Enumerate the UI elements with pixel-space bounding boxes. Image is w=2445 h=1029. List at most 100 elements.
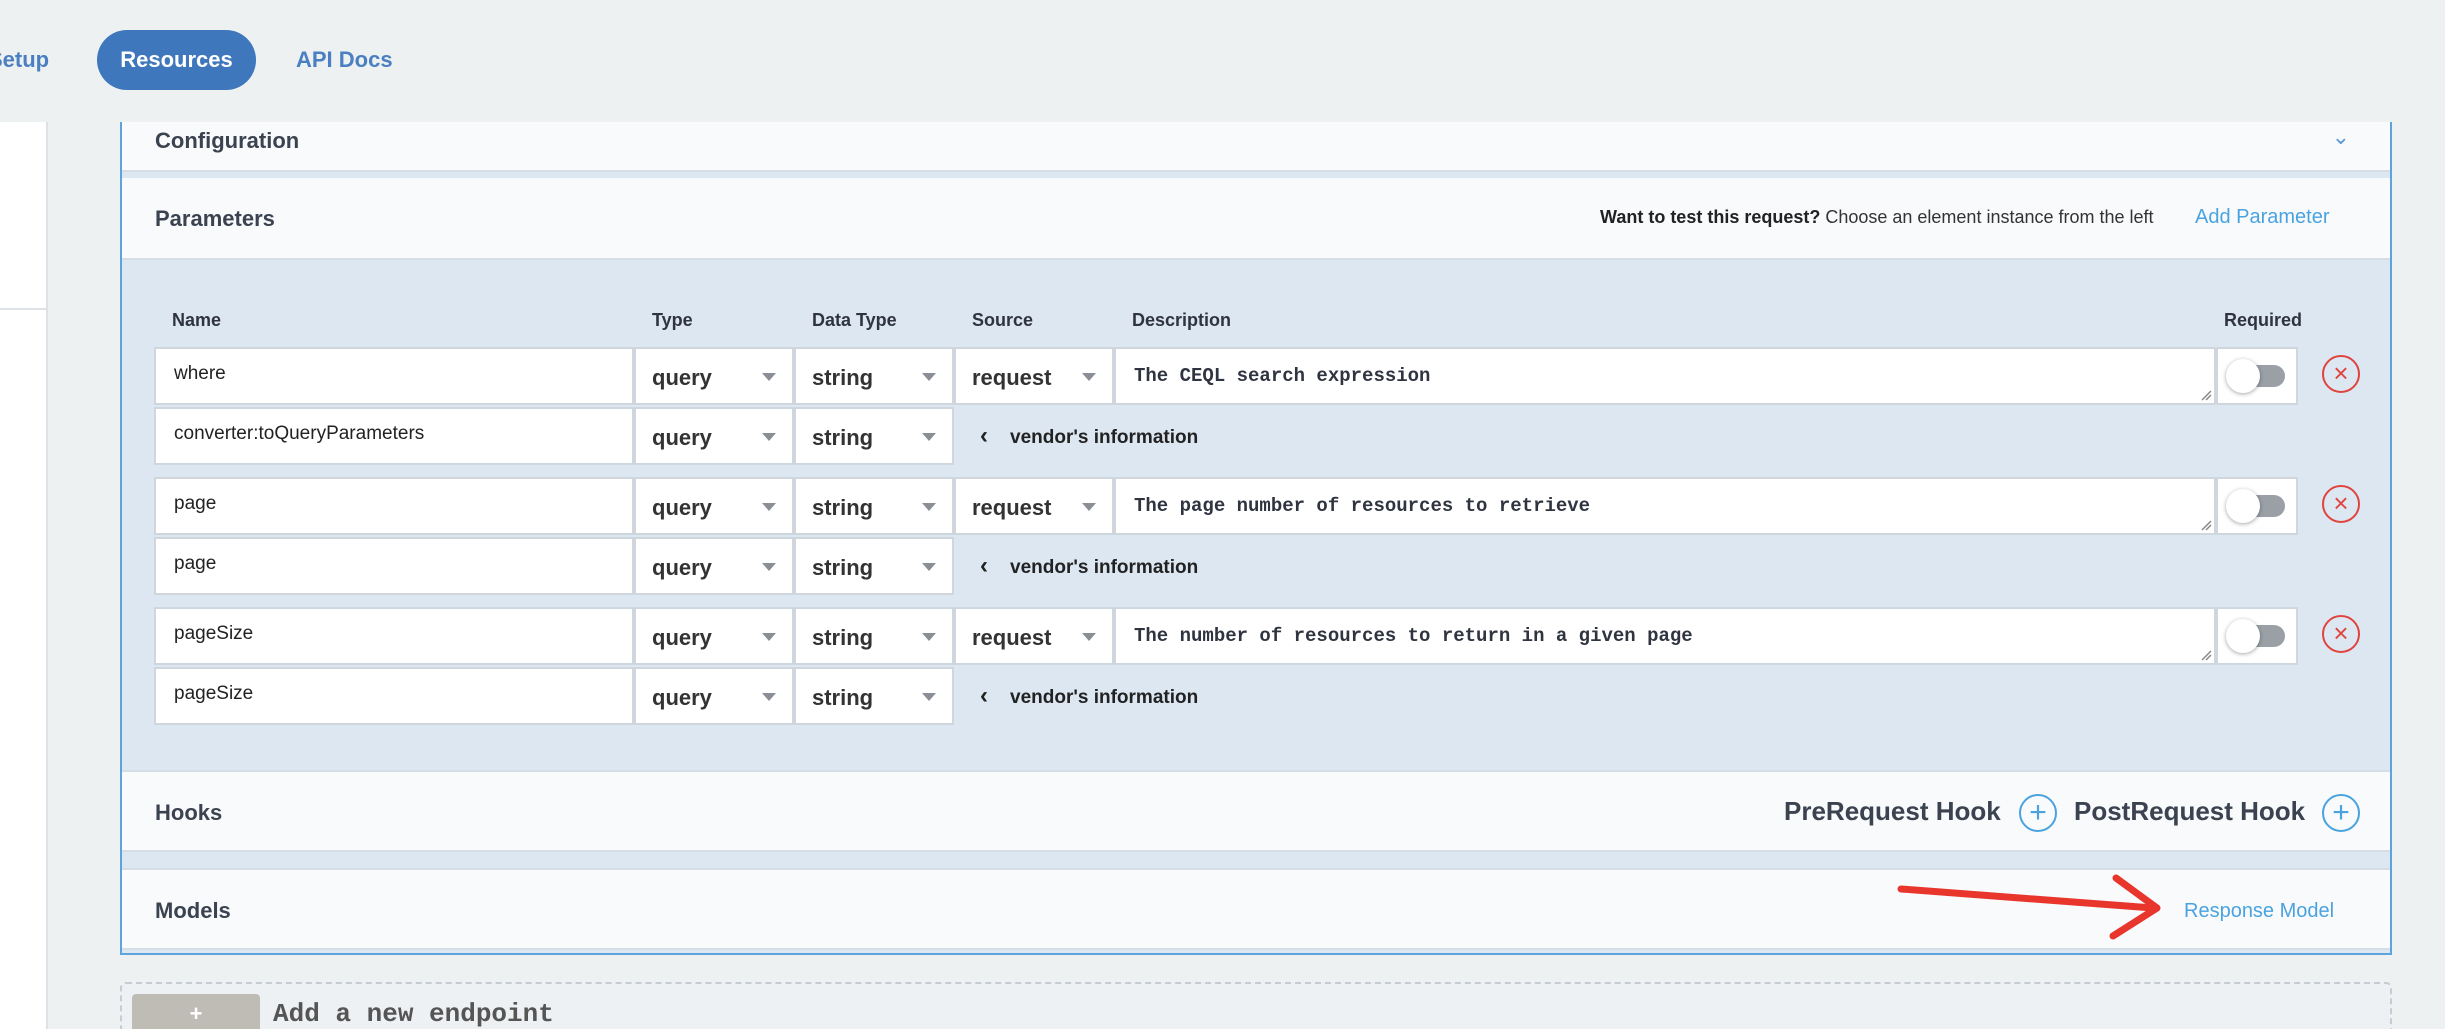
col-header-description: Description bbox=[1132, 310, 1232, 330]
vendor-type-value: query bbox=[652, 685, 712, 710]
endpoint-card: Configuration ⌄ Parameters Want to test … bbox=[120, 122, 2392, 955]
vendor-type-select[interactable]: query bbox=[634, 537, 794, 595]
dropdown-caret-icon bbox=[762, 563, 776, 571]
dropdown-caret-icon bbox=[762, 373, 776, 381]
param-source-value: request bbox=[972, 625, 1052, 650]
param-data-type-select[interactable]: string bbox=[794, 477, 954, 535]
dropdown-caret-icon bbox=[762, 433, 776, 441]
configuration-title: Configuration bbox=[155, 128, 300, 153]
param-description-textarea[interactable]: The page number of resources to retrieve bbox=[1114, 477, 2216, 535]
vendor-name-input[interactable]: converter:toQueryParameters bbox=[154, 407, 634, 465]
vendor-type-value: query bbox=[652, 555, 712, 580]
required-toggle[interactable] bbox=[2216, 607, 2298, 665]
vendor-information-toggle[interactable]: ‹ vendor's information bbox=[980, 422, 1198, 450]
vendor-data-type-select[interactable]: string bbox=[794, 407, 954, 465]
sidebar bbox=[0, 122, 48, 1029]
dropdown-caret-icon bbox=[1082, 373, 1096, 381]
param-source-select[interactable]: request bbox=[954, 477, 1114, 535]
vendor-type-value: query bbox=[652, 425, 712, 450]
param-data-type-value: string bbox=[812, 625, 874, 650]
param-data-type-select[interactable]: string bbox=[794, 607, 954, 665]
nav-resources-tab[interactable]: Resources bbox=[97, 30, 256, 90]
required-toggle[interactable] bbox=[2216, 477, 2298, 535]
resize-handle-icon[interactable] bbox=[2200, 649, 2212, 661]
resize-handle-icon[interactable] bbox=[2200, 389, 2212, 401]
param-name-input[interactable]: page bbox=[154, 477, 634, 535]
chevron-left-icon: ‹ bbox=[980, 422, 988, 449]
vendor-information-label: vendor's information bbox=[1010, 427, 1199, 448]
param-source-select[interactable]: request bbox=[954, 347, 1114, 405]
vendor-type-select[interactable]: query bbox=[634, 407, 794, 465]
dropdown-caret-icon bbox=[762, 503, 776, 511]
param-type-select[interactable]: query bbox=[634, 607, 794, 665]
vendor-information-toggle[interactable]: ‹ vendor's information bbox=[980, 682, 1198, 710]
param-description-value: The CEQL search expression bbox=[1134, 365, 1431, 387]
param-type-value: query bbox=[652, 495, 712, 520]
remove-parameter-close-icon[interactable]: × bbox=[2322, 355, 2360, 393]
required-toggle[interactable] bbox=[2216, 347, 2298, 405]
col-header-data-type: Data Type bbox=[812, 310, 897, 330]
hooks-title: Hooks bbox=[155, 800, 223, 825]
param-data-type-value: string bbox=[812, 365, 874, 390]
vendor-type-select[interactable]: query bbox=[634, 667, 794, 725]
dropdown-caret-icon bbox=[922, 373, 936, 381]
param-type-value: query bbox=[652, 625, 712, 650]
param-description-textarea[interactable]: The CEQL search expression bbox=[1114, 347, 2216, 405]
remove-parameter-close-icon[interactable]: × bbox=[2322, 485, 2360, 523]
add-postrequest-hook-plus-icon[interactable]: + bbox=[2322, 794, 2360, 832]
vendor-name-input[interactable]: pageSize bbox=[154, 667, 634, 725]
param-type-select[interactable]: query bbox=[634, 347, 794, 405]
dropdown-caret-icon bbox=[1082, 633, 1096, 641]
vendor-data-type-value: string bbox=[812, 685, 874, 710]
annotation-arrow-icon bbox=[1897, 874, 2161, 940]
param-data-type-select[interactable]: string bbox=[794, 347, 954, 405]
add-endpoint-row[interactable]: + Add a new endpoint bbox=[120, 982, 2392, 1029]
dropdown-caret-icon bbox=[922, 433, 936, 441]
param-name-input[interactable]: where bbox=[154, 347, 634, 405]
add-endpoint-label: Add a new endpoint bbox=[273, 999, 554, 1029]
test-hint-text: Choose an element instance from the left bbox=[1820, 207, 2154, 227]
vendor-data-type-select[interactable]: string bbox=[794, 667, 954, 725]
configuration-section[interactable]: Configuration ⌄ bbox=[122, 122, 2390, 172]
param-description-value: The page number of resources to retrieve bbox=[1134, 495, 1591, 517]
toggle-knob bbox=[2226, 489, 2260, 523]
resize-handle-icon[interactable] bbox=[2200, 519, 2212, 531]
response-model-link[interactable]: Response Model bbox=[2184, 900, 2334, 923]
models-title: Models bbox=[155, 898, 231, 923]
vendor-information-label: vendor's information bbox=[1010, 557, 1199, 578]
param-type-select[interactable]: query bbox=[634, 477, 794, 535]
vendor-name-input[interactable]: page bbox=[154, 537, 634, 595]
col-header-type: Type bbox=[652, 310, 693, 330]
param-name-input[interactable]: pageSize bbox=[154, 607, 634, 665]
dropdown-caret-icon bbox=[922, 503, 936, 511]
nav-setup-tab[interactable]: Setup bbox=[0, 30, 49, 90]
test-request-hint: Want to test this request? Choose an ele… bbox=[1600, 207, 2154, 228]
add-prerequest-hook-plus-icon[interactable]: + bbox=[2019, 794, 2057, 832]
toggle-knob bbox=[2226, 619, 2260, 653]
param-data-type-value: string bbox=[812, 495, 874, 520]
hooks-section: Hooks PreRequest Hook + PostRequest Hook… bbox=[122, 770, 2390, 852]
add-parameter-link[interactable]: Add Parameter bbox=[2195, 206, 2330, 229]
postrequest-hook-label: PostRequest Hook bbox=[2074, 796, 2306, 826]
vendor-information-toggle[interactable]: ‹ vendor's information bbox=[980, 552, 1198, 580]
col-header-required: Required bbox=[2224, 310, 2303, 330]
chevron-left-icon: ‹ bbox=[980, 552, 988, 579]
dropdown-caret-icon bbox=[922, 693, 936, 701]
vendor-data-type-value: string bbox=[812, 555, 874, 580]
param-description-textarea[interactable]: The number of resources to return in a g… bbox=[1114, 607, 2216, 665]
parameters-title: Parameters bbox=[155, 206, 275, 231]
dropdown-caret-icon bbox=[922, 563, 936, 571]
param-description-value: The number of resources to return in a g… bbox=[1134, 625, 1693, 647]
add-endpoint-button[interactable]: + bbox=[132, 994, 260, 1029]
dropdown-caret-icon bbox=[762, 693, 776, 701]
vendor-data-type-value: string bbox=[812, 425, 874, 450]
vendor-data-type-select[interactable]: string bbox=[794, 537, 954, 595]
remove-parameter-close-icon[interactable]: × bbox=[2322, 615, 2360, 653]
toggle-knob bbox=[2226, 359, 2260, 393]
dropdown-caret-icon bbox=[1082, 503, 1096, 511]
nav-api-docs-tab[interactable]: API Docs bbox=[296, 30, 393, 90]
chevron-left-icon: ‹ bbox=[980, 682, 988, 709]
chevron-down-icon[interactable]: ⌄ bbox=[2332, 124, 2350, 150]
parameters-section-header: Parameters Want to test this request? Ch… bbox=[122, 178, 2390, 260]
param-source-select[interactable]: request bbox=[954, 607, 1114, 665]
